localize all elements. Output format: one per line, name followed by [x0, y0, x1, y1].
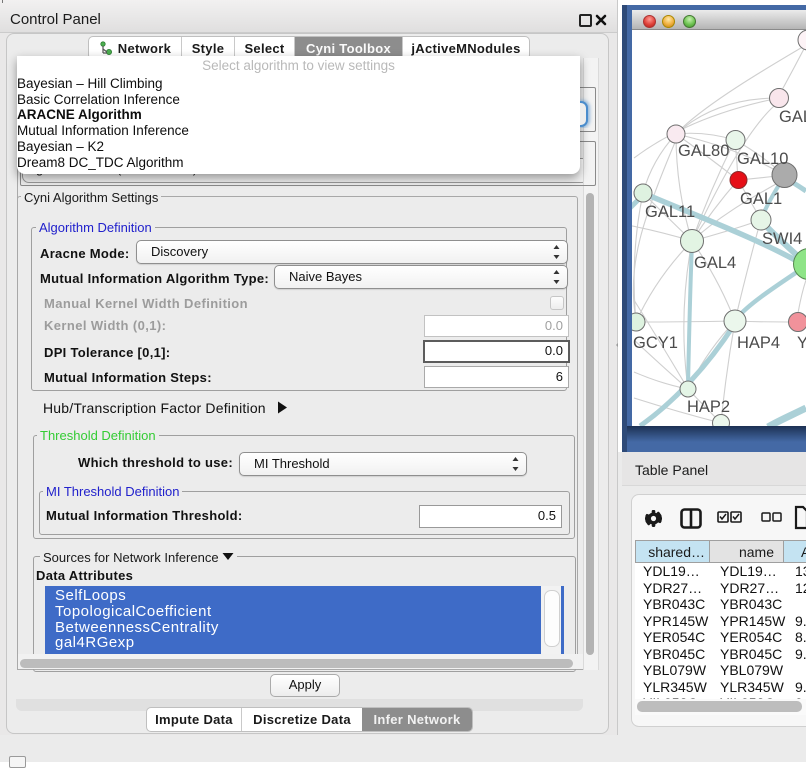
svg-text:YP: YP [797, 334, 806, 352]
svg-text:GAL11: GAL11 [645, 203, 695, 221]
svg-text:SWI4: SWI4 [762, 230, 802, 248]
svg-text:GAL80: GAL80 [678, 142, 729, 160]
svg-text:HAP2: HAP2 [687, 398, 730, 416]
svg-text:GAL1: GAL1 [740, 190, 782, 208]
svg-text:GAL10: GAL10 [737, 150, 788, 168]
svg-text:GAL7: GAL7 [779, 108, 806, 126]
svg-text:HAP4: HAP4 [737, 334, 780, 352]
svg-text:GCY1: GCY1 [633, 334, 678, 352]
svg-text:GAL4: GAL4 [694, 254, 736, 272]
